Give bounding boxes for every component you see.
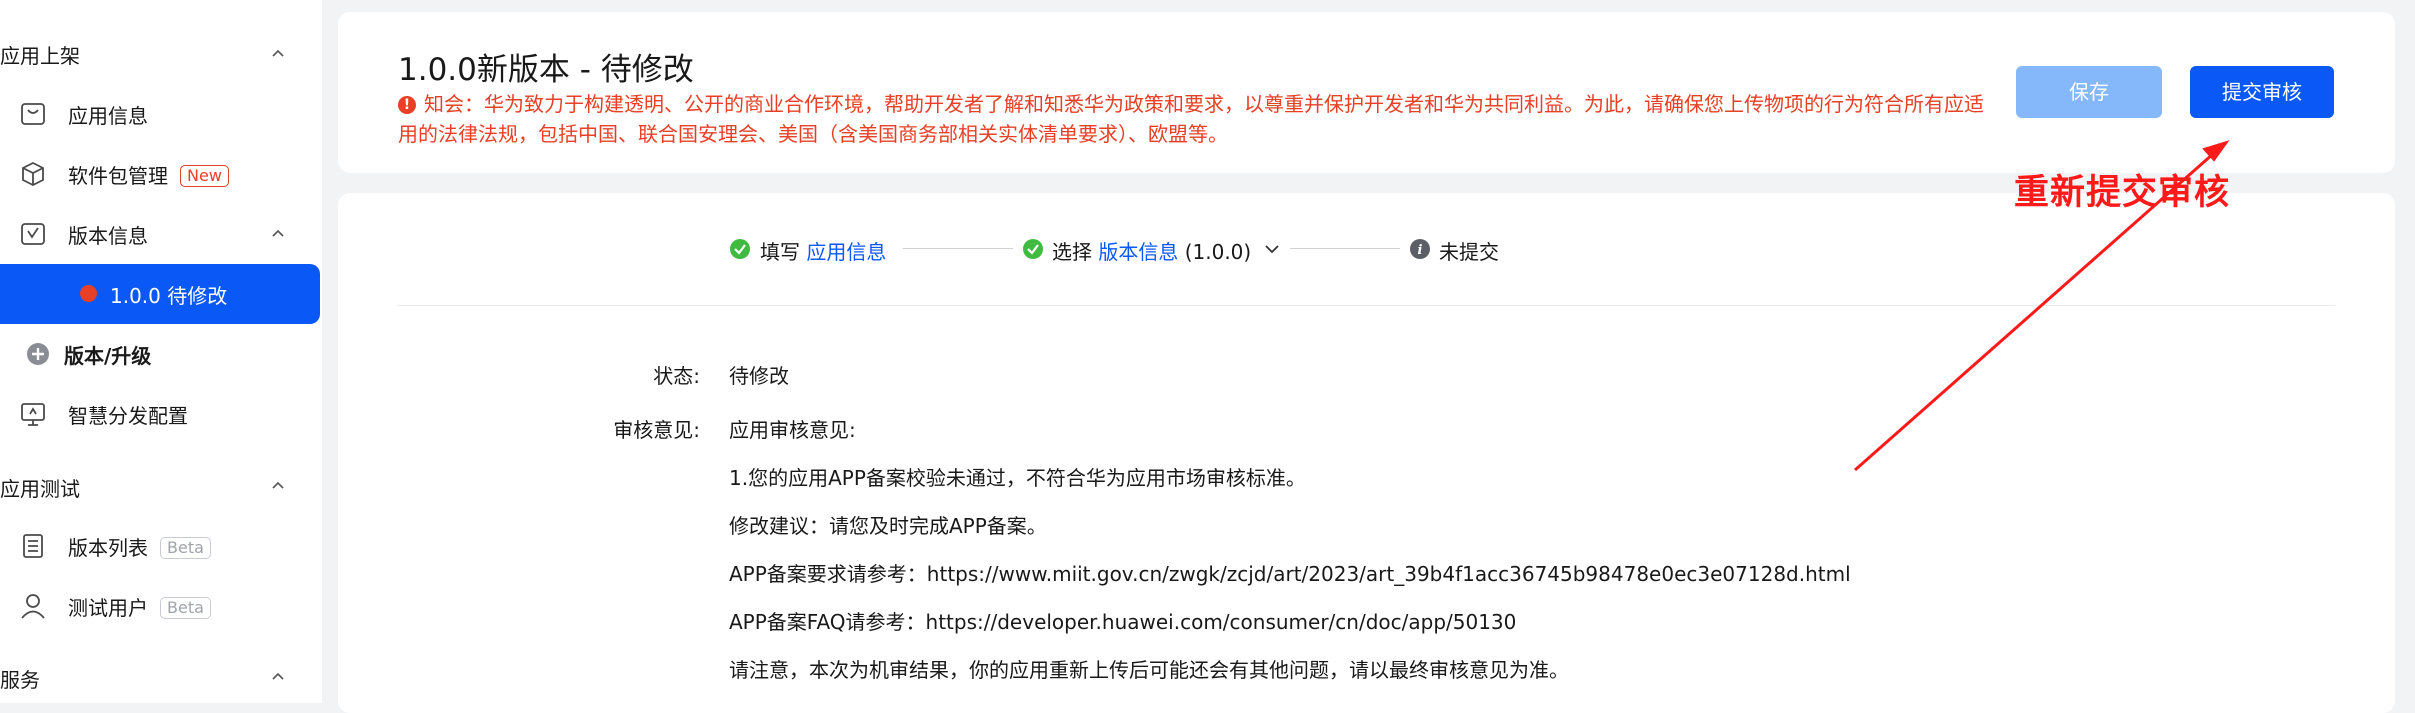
svg-text:i: i <box>1418 243 1423 258</box>
compliance-notice: ! 知会：华为致力于构建透明、公开的商业合作环境，帮助开发者了解和知悉华为政策和要… <box>398 89 1988 149</box>
step-prefix: 选择 <box>1052 240 1092 264</box>
status-dot <box>80 285 97 302</box>
section-title-app-test[interactable]: 应用测试 <box>0 473 80 502</box>
review-line: 1.您的应用APP备案校验未通过，不符合华为应用市场审核标准。 <box>729 466 1306 490</box>
sidebar-item-label: 1.0.0 待修改 <box>110 284 228 308</box>
sidebar-item-label: 版本信息 <box>68 224 148 248</box>
page-title: 1.0.0新版本 - 待修改 <box>398 52 694 88</box>
step-connector <box>1290 248 1400 249</box>
annotation-label: 重新提交审核 <box>2014 173 2231 213</box>
check-circle-icon <box>730 239 750 259</box>
review-line: 请注意，本次为机审结果，你的应用重新上传后可能还会有其他问题，请以最终审核意见为… <box>729 658 1569 682</box>
sidebar-item-app-info[interactable]: 应用信息 <box>0 84 322 144</box>
step-not-submitted: 未提交 <box>1439 240 1499 264</box>
chevron-up-icon[interactable] <box>272 228 284 240</box>
sidebar-item-label-wrap: 版本列表 Beta <box>68 532 211 561</box>
step-prefix: 填写 <box>760 240 800 264</box>
sidebar: 应用上架 应用信息 软件包管理 New 版本信息 1.0.0 待修改 版本/升级… <box>0 0 322 703</box>
version-dropdown[interactable]: (1.0.0) <box>1185 240 1252 264</box>
divider <box>398 305 2335 306</box>
sidebar-item-test-users[interactable]: 测试用户 Beta <box>0 576 322 636</box>
add-circle-icon <box>27 343 49 365</box>
list-icon <box>23 534 43 558</box>
distribution-icon <box>21 403 45 426</box>
version-info-icon <box>21 223 45 245</box>
chevron-down-icon[interactable] <box>1265 244 1279 254</box>
chevron-up-icon[interactable] <box>272 480 284 492</box>
sidebar-item-label-wrap: 软件包管理 New <box>68 160 229 189</box>
step-select-version: 选择 版本信息 (1.0.0) <box>1052 236 1251 265</box>
sidebar-item-label: 版本列表 <box>68 536 148 560</box>
chevron-up-icon[interactable] <box>272 48 284 60</box>
sidebar-item-label: 智慧分发配置 <box>68 404 188 428</box>
app-info-link[interactable]: 应用信息 <box>806 240 886 264</box>
beta-badge: Beta <box>160 537 211 559</box>
sidebar-item-label: 应用信息 <box>68 104 148 128</box>
check-circle-icon <box>1023 239 1043 259</box>
info-icon: i <box>1410 239 1430 259</box>
step-fill-app-info: 填写 应用信息 <box>760 236 886 265</box>
review-line: 修改建议：请您及时完成APP备案。 <box>729 514 1047 538</box>
new-badge: New <box>180 165 229 187</box>
sidebar-item-label-wrap: 测试用户 Beta <box>68 592 211 621</box>
sidebar-item-package-management[interactable]: 软件包管理 New <box>0 144 322 204</box>
section-title-app-listing[interactable]: 应用上架 <box>0 40 80 69</box>
sidebar-item-label: 软件包管理 <box>68 164 168 188</box>
status-value: 待修改 <box>729 364 789 388</box>
notice-text: 知会：华为致力于构建透明、公开的商业合作环境，帮助开发者了解和知悉华为政策和要求… <box>398 92 1984 146</box>
review-line: 应用审核意见: <box>729 418 856 442</box>
user-icon <box>21 594 45 619</box>
sidebar-item-version-upgrade[interactable]: 版本/升级 <box>0 324 322 384</box>
submit-review-button[interactable]: 提交审核 <box>2190 66 2334 118</box>
sidebar-item-version-info[interactable]: 版本信息 <box>0 204 322 264</box>
sidebar-item-label: 版本/升级 <box>64 344 152 368</box>
app-info-icon <box>21 103 45 125</box>
alert-icon: ! <box>398 96 416 114</box>
section-title-service[interactable]: 服务 <box>0 664 40 693</box>
review-line: APP备案要求请参考：https://www.miit.gov.cn/zwgk/… <box>729 562 1851 586</box>
version-info-link[interactable]: 版本信息 <box>1098 240 1178 264</box>
status-label: 状态: <box>653 364 700 388</box>
sidebar-item-smart-distribution[interactable]: 智慧分发配置 <box>0 384 322 444</box>
review-label: 审核意见: <box>613 418 700 442</box>
sidebar-item-version-1-0-0[interactable]: 1.0.0 待修改 <box>0 264 320 324</box>
sidebar-item-label: 测试用户 <box>68 596 148 620</box>
content-card <box>338 193 2395 713</box>
chevron-up-icon[interactable] <box>272 671 284 683</box>
package-icon <box>22 161 44 187</box>
scrollbar-track[interactable] <box>2398 0 2415 703</box>
sidebar-item-version-list[interactable]: 版本列表 Beta <box>0 516 322 576</box>
beta-badge: Beta <box>160 597 211 619</box>
step-connector <box>903 248 1013 249</box>
save-button[interactable]: 保存 <box>2016 66 2162 118</box>
review-line: APP备案FAQ请参考：https://developer.huawei.com… <box>729 610 1517 634</box>
